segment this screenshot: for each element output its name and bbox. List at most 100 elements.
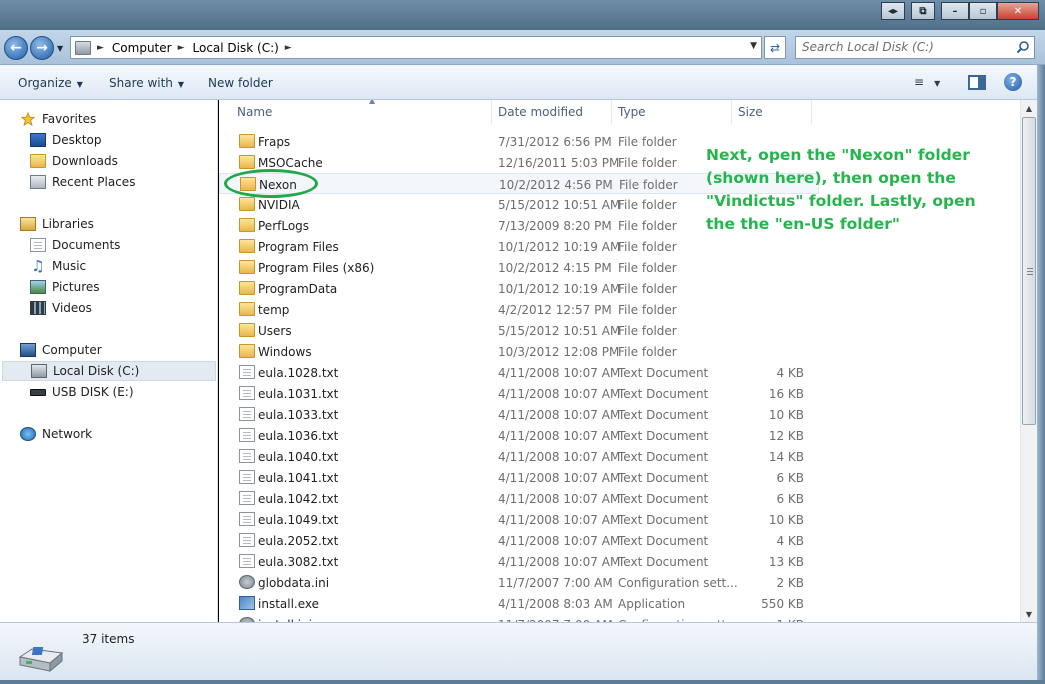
file-type: Application [618, 597, 686, 611]
file-name: temp [258, 303, 290, 317]
file-row[interactable]: eula.3082.txt 4/11/2008 10:07 AM Text Docu… [219, 551, 819, 572]
nav-local-disk[interactable]: Local Disk (C:) [2, 361, 216, 381]
column-size[interactable]: Size [732, 100, 812, 124]
file-row[interactable]: ProgramData 10/1/2012 10:19 AM File folder [219, 278, 819, 299]
file-date-modified: 4/11/2008 10:07 AM [498, 450, 621, 464]
file-row[interactable]: install.ini11/7/2007 7:00 AMConfiguratio… [219, 614, 819, 622]
file-row[interactable]: globdata.ini 11/7/2007 7:00 AM Configurati… [219, 572, 819, 593]
nav-label: Local Disk (C:) [53, 364, 140, 378]
nav-pictures[interactable]: Pictures [30, 277, 210, 297]
file-date-modified: 4/11/2008 10:07 AM [498, 408, 621, 422]
scroll-up-icon[interactable]: ▲ [1021, 100, 1037, 116]
folder-icon [239, 344, 255, 358]
recent-pages-icon[interactable]: ▼ [57, 44, 63, 53]
forward-button[interactable]: → [30, 36, 54, 60]
file-date-modified: 7/31/2012 6:56 PM [498, 135, 612, 149]
file-type: File folder [618, 324, 677, 338]
search-box[interactable] [795, 36, 1035, 59]
crumb-computer[interactable]: Computer [112, 41, 172, 55]
share-with-button[interactable]: Share with ▼ [109, 76, 184, 90]
maximize-button[interactable]: ▫ [969, 2, 997, 20]
nav-favorites[interactable]: Favorites [20, 109, 210, 129]
music-icon: ♫ [31, 257, 45, 275]
column-name[interactable]: ▲ Name [231, 100, 492, 124]
file-row[interactable]: eula.1031.txt 4/11/2008 10:07 AM Text Docu… [219, 383, 819, 404]
nav-label: Recent Places [52, 175, 136, 189]
file-row[interactable]: eula.1042.txt 4/11/2008 10:07 AM Text Docu… [219, 488, 819, 509]
computer-icon [75, 40, 91, 55]
details-pane: 37 items [0, 622, 1037, 680]
file-type: Text Document [618, 366, 709, 380]
help-button[interactable]: ? [1004, 73, 1022, 91]
file-row[interactable]: eula.1040.txt 4/11/2008 10:07 AM Text Docu… [219, 446, 819, 467]
file-row[interactable]: install.exe 4/11/2008 8:03 AM Application 5… [219, 593, 819, 614]
crumb-local-disk[interactable]: Local Disk (C:) [193, 41, 279, 55]
file-date-modified: 11/7/2007 7:00 AM [498, 576, 613, 590]
details-view-icon: ≡ [914, 75, 925, 89]
file-row[interactable]: temp 4/2/2012 12:57 PM File folder [219, 299, 819, 320]
file-name: eula.1031.txt [258, 387, 339, 401]
file-name: eula.1041.txt [258, 471, 339, 485]
chevron-right-icon[interactable]: ► [285, 43, 292, 53]
chevron-right-icon[interactable]: ► [178, 43, 185, 53]
scroll-down-icon[interactable]: ▼ [1021, 606, 1037, 622]
nav-label: Pictures [52, 280, 100, 294]
organize-button[interactable]: Organize ▼ [18, 76, 83, 90]
file-name: Program Files (x86) [258, 261, 375, 275]
change-view-button[interactable]: ≡ ▼ [914, 75, 940, 89]
folder-icon [239, 281, 255, 295]
new-folder-button[interactable]: New folder [208, 76, 273, 90]
usb-drive-icon [30, 388, 46, 396]
nav-network[interactable]: Network [20, 424, 210, 444]
close-button[interactable]: ✕ [997, 2, 1039, 20]
nav-videos[interactable]: Videos [30, 298, 210, 318]
preview-pane-button[interactable] [968, 75, 986, 90]
file-row[interactable]: Program Files 10/1/2012 10:19 AM File fold… [219, 236, 819, 257]
file-date-modified: 5/15/2012 10:51 AM [498, 324, 621, 338]
file-date-modified: 4/11/2008 10:07 AM [498, 429, 621, 443]
switch-window-icon[interactable]: ◂▸ [881, 2, 905, 20]
search-icon[interactable] [1016, 40, 1030, 54]
nav-recent-places[interactable]: Recent Places [30, 172, 210, 192]
file-type: Text Document [618, 387, 709, 401]
restore-mini-icon[interactable]: ⧉ [911, 2, 935, 20]
address-dropdown-icon[interactable]: ▼ [750, 41, 757, 51]
txt-icon [239, 533, 255, 547]
column-type[interactable]: Type [612, 100, 732, 124]
file-row[interactable]: Windows 10/3/2012 12:08 PM File folder [219, 341, 819, 362]
file-row[interactable]: eula.1041.txt 4/11/2008 10:07 AM Text Docu… [219, 467, 819, 488]
file-row[interactable]: eula.1033.txt 4/11/2008 10:07 AM Text Docu… [219, 404, 819, 425]
file-type: Text Document [618, 471, 709, 485]
search-input[interactable] [802, 37, 1012, 57]
nav-downloads[interactable]: Downloads [30, 151, 210, 171]
file-date-modified: 4/11/2008 10:07 AM [498, 555, 621, 569]
nav-documents[interactable]: Documents [30, 235, 210, 255]
refresh-button[interactable]: ⇄ [764, 36, 786, 59]
file-row[interactable]: eula.1036.txt 4/11/2008 10:07 AM Text Docu… [219, 425, 819, 446]
back-button[interactable]: ← [4, 36, 28, 60]
file-date-modified: 4/11/2008 10:07 AM [498, 366, 621, 380]
folder-icon [239, 260, 255, 274]
file-row[interactable]: Users 5/15/2012 10:51 AM File folder [219, 320, 819, 341]
file-row[interactable]: eula.2052.txt 4/11/2008 10:07 AM Text Docu… [219, 530, 819, 551]
chevron-right-icon[interactable]: ► [97, 43, 104, 53]
file-date-modified: 10/1/2012 10:19 AM [498, 240, 621, 254]
nav-libraries[interactable]: Libraries [20, 214, 210, 234]
column-date-modified[interactable]: Date modified [492, 100, 612, 124]
scroll-thumb[interactable] [1022, 117, 1036, 425]
file-name: eula.1028.txt [258, 366, 339, 380]
window-frame-bottom [0, 680, 1045, 684]
nav-computer[interactable]: Computer [20, 340, 210, 360]
file-row[interactable]: eula.1049.txt 4/11/2008 10:07 AM Text Docu… [219, 509, 819, 530]
minimize-button[interactable]: – [941, 2, 969, 20]
folder-icon [239, 197, 255, 211]
vertical-scrollbar[interactable]: ▲ ▼ [1020, 100, 1037, 622]
file-date-modified: 4/2/2012 12:57 PM [498, 303, 612, 317]
title-bar: ◂▸ ⧉ – ▫ ✕ [0, 0, 1045, 30]
file-row[interactable]: eula.1028.txt 4/11/2008 10:07 AM Text Docu… [219, 362, 819, 383]
breadcrumb[interactable]: ► Computer ► Local Disk (C:) ► ▼ [70, 36, 762, 59]
nav-usb-disk[interactable]: USB DISK (E:) [30, 382, 210, 402]
nav-desktop[interactable]: Desktop [30, 130, 210, 150]
nav-music[interactable]: ♫ Music [30, 256, 210, 276]
file-row[interactable]: Program Files (x86) 10/2/2012 4:15 PM File… [219, 257, 819, 278]
